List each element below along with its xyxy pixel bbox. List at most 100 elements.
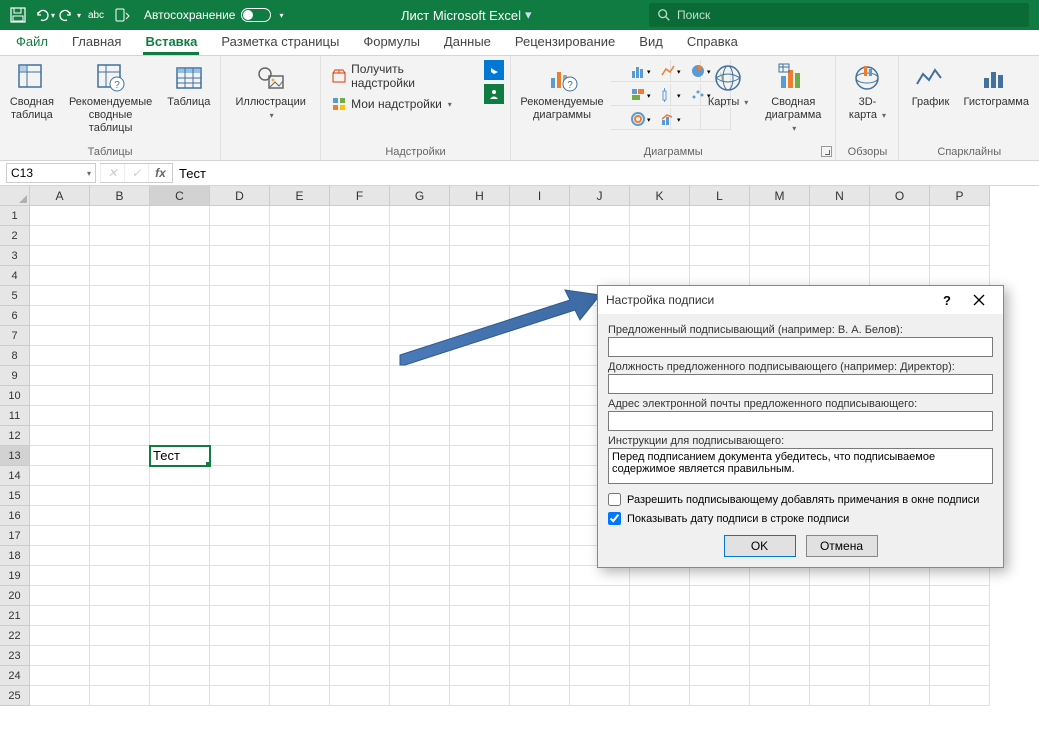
cell[interactable]	[210, 486, 270, 506]
cell[interactable]	[510, 586, 570, 606]
cell[interactable]	[630, 586, 690, 606]
tab-help[interactable]: Справка	[675, 30, 750, 55]
cell[interactable]	[210, 406, 270, 426]
cell[interactable]	[210, 646, 270, 666]
cell[interactable]	[270, 206, 330, 226]
cell[interactable]	[510, 486, 570, 506]
cell[interactable]	[810, 206, 870, 226]
cell[interactable]	[870, 206, 930, 226]
cell[interactable]	[330, 326, 390, 346]
cell[interactable]	[150, 346, 210, 366]
cell[interactable]	[510, 306, 570, 326]
tab-home[interactable]: Главная	[60, 30, 133, 55]
cell[interactable]	[30, 526, 90, 546]
cell[interactable]	[390, 386, 450, 406]
cell[interactable]	[330, 306, 390, 326]
row-header[interactable]: 4	[0, 266, 30, 286]
cell[interactable]	[690, 226, 750, 246]
cell[interactable]	[330, 666, 390, 686]
cell[interactable]	[270, 466, 330, 486]
cell[interactable]	[210, 306, 270, 326]
cell[interactable]	[150, 266, 210, 286]
allow-comments-checkbox[interactable]: Разрешить подписывающему добавлять приме…	[608, 493, 993, 506]
cell[interactable]	[510, 646, 570, 666]
row-header[interactable]: 24	[0, 666, 30, 686]
cell[interactable]	[630, 206, 690, 226]
cell[interactable]	[90, 526, 150, 546]
cell[interactable]	[150, 226, 210, 246]
cell[interactable]	[150, 586, 210, 606]
cell[interactable]	[270, 586, 330, 606]
row-header[interactable]: 12	[0, 426, 30, 446]
cell[interactable]	[30, 546, 90, 566]
cell[interactable]	[450, 526, 510, 546]
cell[interactable]	[510, 546, 570, 566]
cell[interactable]	[750, 606, 810, 626]
cell[interactable]	[810, 626, 870, 646]
cell[interactable]	[270, 446, 330, 466]
signer-input[interactable]	[608, 337, 993, 357]
cell[interactable]	[330, 586, 390, 606]
row-header[interactable]: 19	[0, 566, 30, 586]
cell[interactable]	[270, 486, 330, 506]
column-header[interactable]: M	[750, 186, 810, 206]
cell[interactable]	[270, 526, 330, 546]
cell[interactable]	[810, 566, 870, 586]
cell[interactable]	[870, 606, 930, 626]
cell[interactable]	[330, 246, 390, 266]
column-header[interactable]: N	[810, 186, 870, 206]
row-header[interactable]: 18	[0, 546, 30, 566]
cell[interactable]	[150, 406, 210, 426]
cell[interactable]	[210, 426, 270, 446]
cell[interactable]	[270, 326, 330, 346]
cell[interactable]	[510, 606, 570, 626]
cell[interactable]	[330, 526, 390, 546]
cell[interactable]	[30, 366, 90, 386]
cell[interactable]	[450, 466, 510, 486]
cell[interactable]	[390, 566, 450, 586]
cell[interactable]	[930, 226, 990, 246]
cell[interactable]	[870, 666, 930, 686]
cell[interactable]	[390, 246, 450, 266]
cell[interactable]	[210, 246, 270, 266]
cell[interactable]	[930, 686, 990, 706]
cell[interactable]	[690, 666, 750, 686]
cell[interactable]	[690, 206, 750, 226]
table-button[interactable]: Таблица	[163, 60, 214, 111]
checkbox-allow-comments[interactable]	[608, 493, 621, 506]
cell[interactable]	[630, 666, 690, 686]
cell[interactable]	[330, 406, 390, 426]
cell[interactable]	[630, 266, 690, 286]
cell[interactable]	[330, 286, 390, 306]
cell[interactable]	[510, 246, 570, 266]
row-header[interactable]: 6	[0, 306, 30, 326]
show-date-checkbox[interactable]: Показывать дату подписи в строке подписи	[608, 512, 993, 525]
cell[interactable]	[270, 246, 330, 266]
cell[interactable]	[810, 646, 870, 666]
tab-file[interactable]: Файл	[4, 30, 60, 55]
cell[interactable]	[390, 626, 450, 646]
row-header[interactable]: 8	[0, 346, 30, 366]
cell[interactable]	[450, 306, 510, 326]
cell[interactable]	[330, 486, 390, 506]
search-input[interactable]	[677, 8, 1021, 22]
cell[interactable]	[30, 566, 90, 586]
cell[interactable]	[90, 346, 150, 366]
formula-input[interactable]	[173, 163, 1039, 183]
maps-button[interactable]: Карты ▾	[703, 60, 753, 111]
cell[interactable]	[750, 666, 810, 686]
cell[interactable]	[450, 226, 510, 246]
cell[interactable]	[510, 426, 570, 446]
recommended-charts-button[interactable]: ? Рекомендуемые диаграммы	[517, 60, 607, 124]
insert-function-icon[interactable]: fx	[148, 164, 172, 182]
cell[interactable]	[810, 246, 870, 266]
cell[interactable]	[450, 266, 510, 286]
dialog-launcher-icon[interactable]	[821, 146, 832, 157]
ok-button[interactable]: OK	[724, 535, 796, 557]
cell[interactable]	[390, 446, 450, 466]
cell[interactable]	[90, 566, 150, 586]
select-all-corner[interactable]	[0, 186, 30, 206]
cell[interactable]	[90, 626, 150, 646]
search-box[interactable]	[649, 3, 1029, 27]
enter-formula-icon[interactable]: ✓	[124, 164, 148, 182]
